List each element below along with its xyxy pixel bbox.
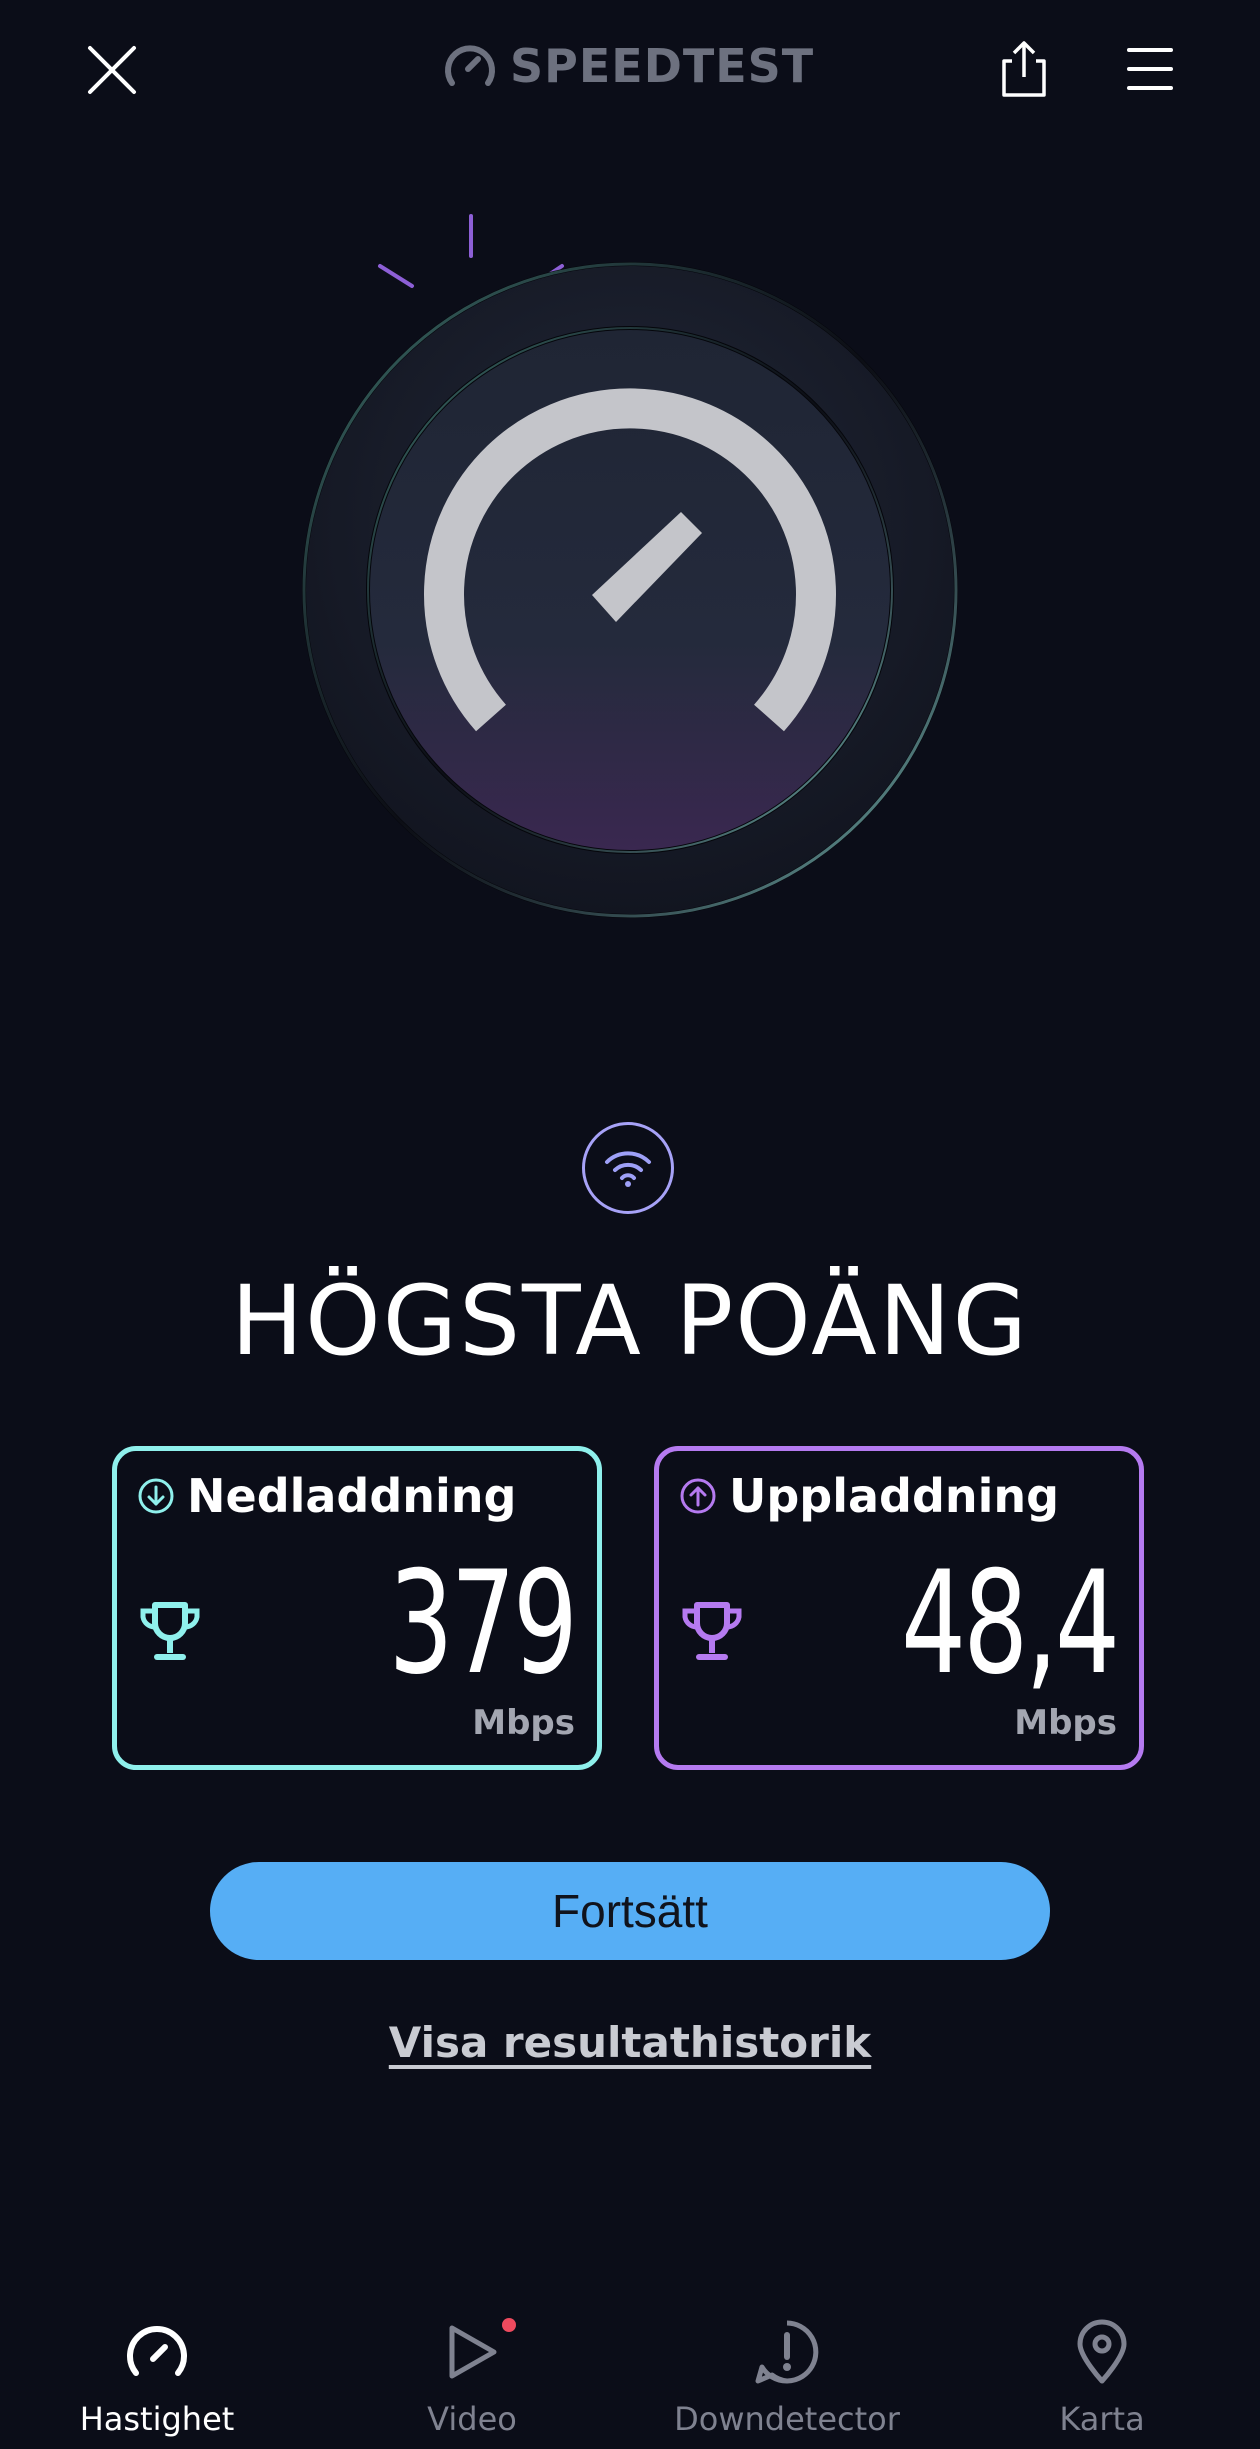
upload-label-row: Uppladdning [679, 1469, 1059, 1523]
nav-label-video: Video [427, 2400, 517, 2438]
upload-label: Uppladdning [729, 1469, 1060, 1523]
upload-unit: Mbps [1014, 1703, 1117, 1743]
nav-item-video[interactable]: Video [332, 2290, 612, 2449]
share-icon [1002, 41, 1046, 97]
page-title: HÖGSTA POÄNG [230, 1265, 1030, 1377]
speedtest-logo: SPEEDTEST [444, 36, 814, 96]
bottom-nav: Hastighet Video Downdetector Karta [0, 2290, 1260, 2449]
hamburger-menu-icon [1127, 48, 1173, 90]
upload-value: 48,4 [900, 1541, 1120, 1706]
play-icon [449, 2325, 497, 2379]
download-trophy [137, 1599, 203, 1670]
download-result-card: Nedladdning 379 Mbps [112, 1446, 602, 1770]
upload-trophy [679, 1599, 745, 1670]
speedometer-logo-icon [445, 45, 495, 86]
download-label: Nedladdning [187, 1469, 517, 1523]
download-unit: Mbps [472, 1703, 575, 1743]
speed-gauge [280, 200, 980, 940]
trophy-icon [682, 1602, 742, 1660]
nav-item-hastighet[interactable]: Hastighet [17, 2290, 297, 2449]
wifi-icon [605, 1151, 651, 1187]
nav-item-karta[interactable]: Karta [962, 2290, 1242, 2449]
close-button[interactable] [72, 30, 152, 110]
download-label-row: Nedladdning [137, 1469, 516, 1523]
download-value: 379 [388, 1541, 577, 1706]
alert-bubble-icon [755, 2320, 819, 2384]
speedometer-icon [127, 2326, 187, 2376]
upload-result-card: Uppladdning 48,4 Mbps [654, 1446, 1144, 1770]
notification-dot [502, 2318, 516, 2332]
continue-button[interactable]: Fortsätt [210, 1862, 1050, 1960]
connection-type-badge [582, 1122, 674, 1214]
map-pin-icon [1077, 2319, 1127, 2384]
close-icon [88, 46, 136, 94]
share-button[interactable] [984, 24, 1064, 114]
logo-text: SPEEDTEST [510, 39, 815, 93]
nav-label-downdetector: Downdetector [674, 2400, 900, 2438]
arrow-down-circle-icon [138, 1478, 174, 1514]
arrow-up-circle-icon [680, 1478, 716, 1514]
trophy-icon [140, 1602, 200, 1660]
result-history-link[interactable]: Visa resultathistorik [0, 2018, 1260, 2067]
nav-label-hastighet: Hastighet [79, 2400, 235, 2438]
nav-item-downdetector[interactable]: Downdetector [647, 2290, 927, 2449]
menu-button[interactable] [1110, 24, 1190, 114]
nav-label-karta: Karta [1059, 2400, 1145, 2438]
